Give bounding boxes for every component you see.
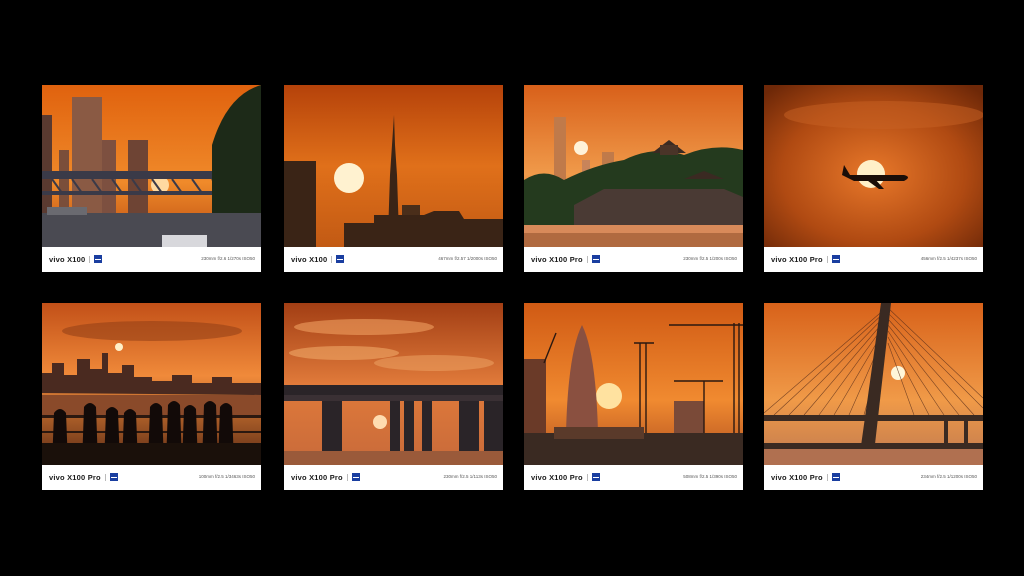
zeiss-logo-icon	[831, 255, 840, 263]
photo-card-3[interactable]: vivo X100 Pro 230mm f/2.5 1/200s ISO50	[524, 85, 743, 272]
exif-info: 508mm f/2.5 1/390s ISO50	[683, 474, 737, 479]
photo-caption: vivo X100 Pro 508mm f/2.5 1/390s ISO50	[524, 465, 743, 490]
photo-caption: vivo X100 Pro 456mm f/2.5 1/4237s ISO50	[764, 247, 983, 272]
photo-card-4[interactable]: vivo X100 Pro 456mm f/2.5 1/4237s ISO50	[764, 85, 983, 272]
camera-brand: vivo X100	[291, 255, 345, 264]
photo-card-1[interactable]: vivo X100 230mm f/2.6 1/270s ISO50	[42, 85, 261, 272]
sunset-cranes-photo	[524, 303, 743, 465]
exif-info: 467mm f/2.57 1/2000s ISO50	[438, 256, 497, 261]
photo-caption: vivo X100 467mm f/2.57 1/2000s ISO50	[284, 247, 503, 272]
exif-info: 100mm f/2.5 1/3463s ISO50	[198, 474, 255, 479]
sunset-cable-bridge-photo	[764, 303, 983, 465]
exif-info: 230mm f/2.5 1/200s ISO50	[683, 256, 737, 261]
zeiss-logo-icon	[94, 255, 103, 263]
camera-brand: vivo X100 Pro	[531, 255, 600, 264]
zeiss-logo-icon	[591, 255, 600, 263]
photo-card-7[interactable]: vivo X100 Pro 508mm f/2.5 1/390s ISO50	[524, 303, 743, 490]
sunset-city-bridge-photo	[42, 85, 261, 247]
zeiss-logo-icon	[336, 255, 345, 263]
zeiss-logo-icon	[831, 473, 840, 481]
photo-caption: vivo X100 230mm f/2.6 1/270s ISO50	[42, 247, 261, 272]
sunset-airplane-photo	[764, 85, 983, 247]
photo-card-6[interactable]: vivo X100 Pro 230mm f/2.5 1/113s ISO50	[284, 303, 503, 490]
sunset-pagoda-photo	[524, 85, 743, 247]
camera-brand: vivo X100 Pro	[291, 473, 360, 482]
camera-brand: vivo X100 Pro	[771, 255, 840, 264]
zeiss-logo-icon	[351, 473, 360, 481]
sunset-bridge-photo	[284, 303, 503, 465]
zeiss-logo-icon	[591, 473, 600, 481]
photo-caption: vivo X100 Pro 234mm f/2.5 1/1200s ISO50	[764, 465, 983, 490]
exif-info: 456mm f/2.5 1/4237s ISO50	[920, 256, 977, 261]
exif-info: 230mm f/2.5 1/113s ISO50	[443, 474, 497, 479]
photo-card-5[interactable]: vivo X100 Pro 100mm f/2.5 1/3463s ISO50	[42, 303, 261, 490]
exif-info: 234mm f/2.5 1/1200s ISO50	[920, 474, 977, 479]
camera-brand: vivo X100 Pro	[531, 473, 600, 482]
sunset-tower-photo	[284, 85, 503, 247]
camera-brand: vivo X100	[49, 255, 103, 264]
photo-card-8[interactable]: vivo X100 Pro 234mm f/2.5 1/1200s ISO50	[764, 303, 983, 490]
exif-info: 230mm f/2.6 1/270s ISO50	[201, 256, 255, 261]
photo-card-2[interactable]: vivo X100 467mm f/2.57 1/2000s ISO50	[284, 85, 503, 272]
photo-caption: vivo X100 Pro 230mm f/2.5 1/200s ISO50	[524, 247, 743, 272]
photo-caption: vivo X100 Pro 230mm f/2.5 1/113s ISO50	[284, 465, 503, 490]
photo-caption: vivo X100 Pro 100mm f/2.5 1/3463s ISO50	[42, 465, 261, 490]
zeiss-logo-icon	[109, 473, 118, 481]
sunset-crowd-photo	[42, 303, 261, 465]
camera-brand: vivo X100 Pro	[771, 473, 840, 482]
camera-brand: vivo X100 Pro	[49, 473, 118, 482]
